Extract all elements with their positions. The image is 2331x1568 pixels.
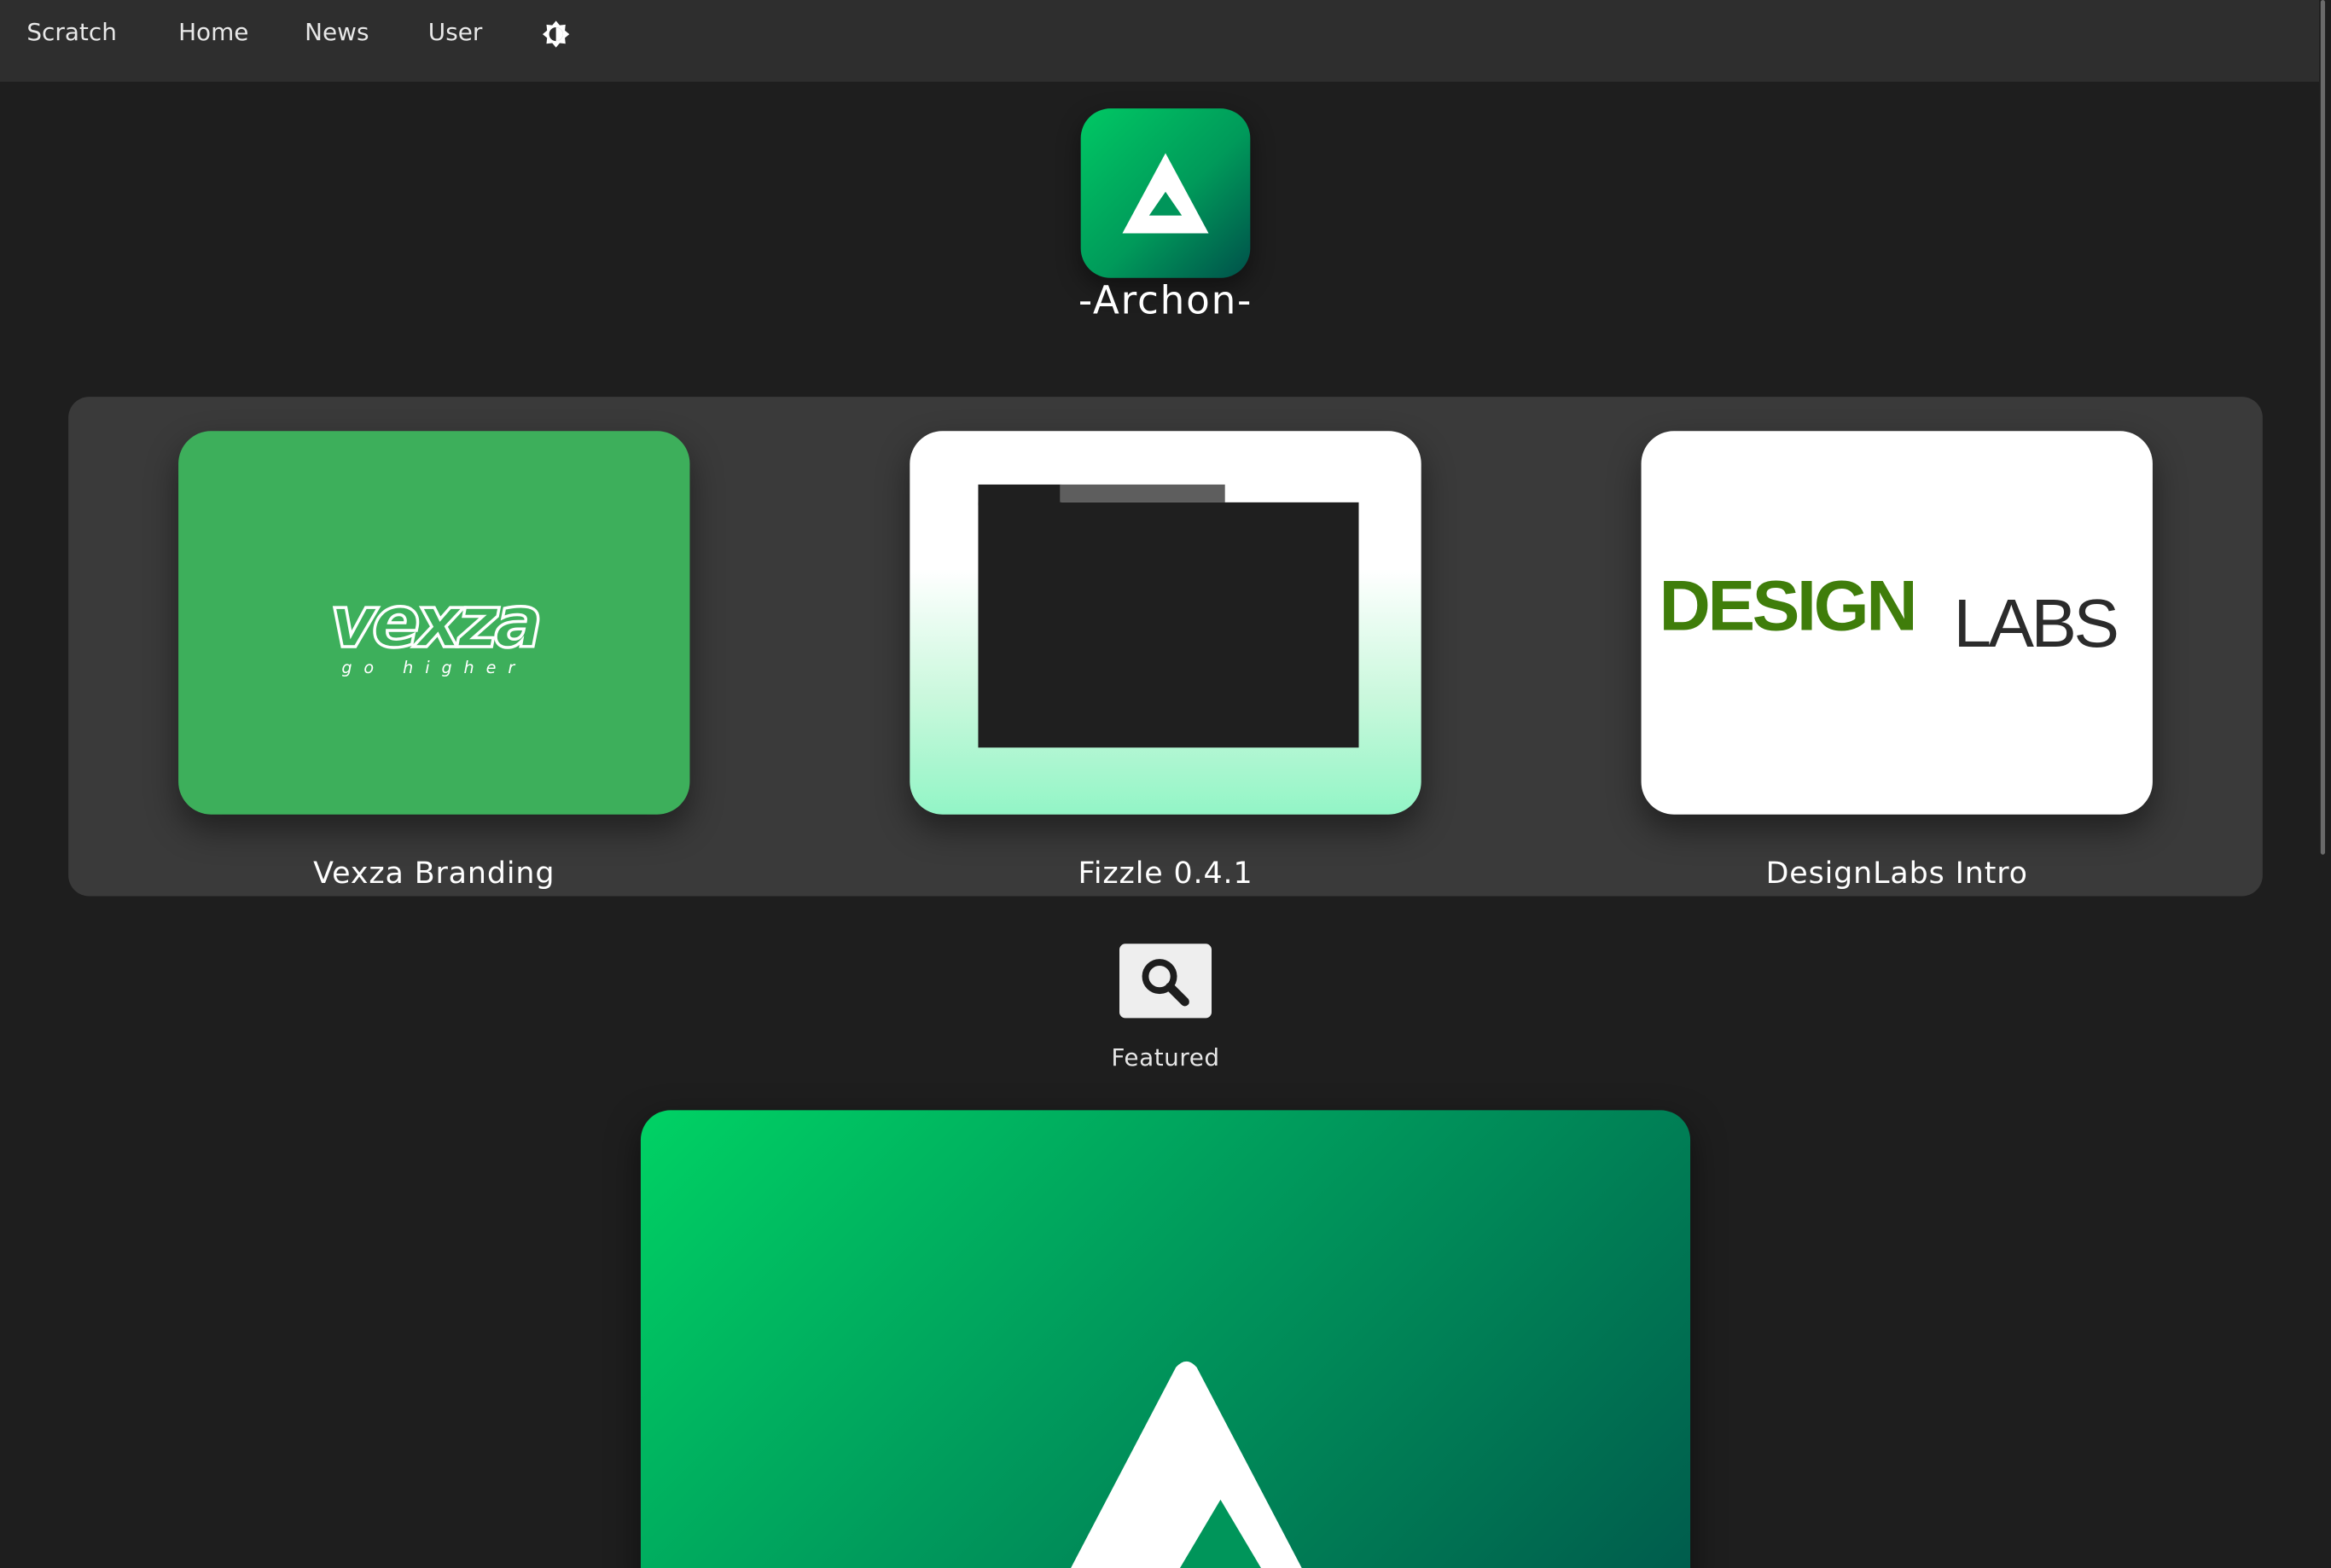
featured-card[interactable] bbox=[640, 1110, 1691, 1568]
designlabs-word-design: DESIGN bbox=[1659, 566, 1915, 646]
search-icon bbox=[1142, 959, 1189, 1007]
vexza-logo: vexza go higher bbox=[328, 578, 545, 677]
archon-logo-icon bbox=[1071, 1361, 1302, 1568]
nav-news[interactable]: News bbox=[305, 18, 369, 46]
project-title-fizzle[interactable]: Fizzle 0.4.1 bbox=[910, 855, 1421, 891]
fizzle-window-tab-active bbox=[1060, 484, 1225, 502]
project-card-designlabs[interactable]: DESIGN LABS bbox=[1641, 431, 2153, 815]
archon-logo-icon bbox=[1122, 153, 1209, 234]
designlabs-logo: DESIGN LABS bbox=[1659, 566, 2119, 661]
project-card-vexza[interactable]: vexza go higher bbox=[178, 431, 690, 815]
project-card-fizzle[interactable] bbox=[910, 431, 1421, 815]
scrollbar-thumb[interactable] bbox=[2320, 0, 2326, 855]
designlabs-word-labs: LABS bbox=[1953, 584, 2116, 661]
app-logo bbox=[1080, 108, 1251, 278]
top-nav-bar: Scratch Home News User bbox=[0, 0, 2320, 82]
vexza-wordmark: vexza bbox=[330, 580, 539, 664]
app-window: Scratch Home News User -Archon- vexza go… bbox=[0, 0, 2331, 1568]
nav-user[interactable]: User bbox=[428, 18, 483, 46]
nav-scratch[interactable]: Scratch bbox=[26, 18, 116, 46]
vexza-tagline: go higher bbox=[341, 658, 526, 677]
theme-toggle-button[interactable] bbox=[541, 20, 571, 49]
search-button[interactable] bbox=[1119, 944, 1212, 1019]
brightness-icon bbox=[542, 20, 570, 48]
project-title-designlabs[interactable]: DesignLabs Intro bbox=[1642, 855, 2153, 891]
app-name: -Archon- bbox=[1078, 279, 1253, 324]
featured-label: Featured bbox=[1111, 1043, 1220, 1072]
nav-home[interactable]: Home bbox=[178, 18, 248, 46]
project-title-vexza[interactable]: Vexza Branding bbox=[178, 855, 689, 891]
fizzle-preview-window bbox=[978, 502, 1359, 748]
